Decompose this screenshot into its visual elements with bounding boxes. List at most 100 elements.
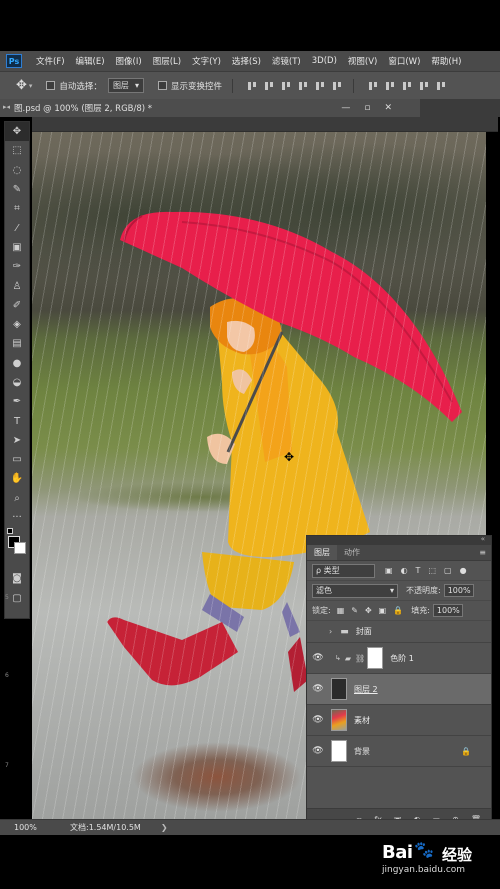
gradient-tool-icon[interactable]: ▤ xyxy=(5,334,29,353)
auto-select-checkbox[interactable] xyxy=(46,81,56,90)
filter-type-icon[interactable]: T xyxy=(416,566,421,575)
distribute-bottom-icon[interactable] xyxy=(402,80,413,91)
lasso-tool-icon[interactable]: ◌ xyxy=(5,161,29,180)
status-menu-arrow-icon[interactable]: ❯ xyxy=(161,823,168,832)
align-bottom-icon[interactable] xyxy=(281,80,292,91)
opacity-input[interactable]: 100% xyxy=(443,584,474,597)
move-tool-icon[interactable]: ✥ xyxy=(5,122,29,142)
distribute-top-icon[interactable] xyxy=(368,80,379,91)
restore-icon[interactable]: ▫ xyxy=(364,103,370,113)
history-brush-tool-icon[interactable]: ✐ xyxy=(5,296,29,315)
menu-layer[interactable]: 图层(L) xyxy=(153,55,181,67)
status-bar: 100% 文档:1.54M/10.5M ❯ xyxy=(0,819,500,835)
lock-all-icon[interactable]: 🔒 xyxy=(393,606,403,615)
tool-preset-caret-icon[interactable]: ▾ xyxy=(29,82,33,90)
layer-filter-dropdown[interactable]: ρ 类型 xyxy=(312,563,375,578)
default-colors-icon[interactable] xyxy=(7,528,13,535)
layer-row-group[interactable]: › ▬ 封面 xyxy=(307,621,491,643)
align-hcenter-icon[interactable] xyxy=(315,80,326,91)
lock-artboard-icon[interactable]: ▣ xyxy=(379,606,387,615)
blend-mode-dropdown[interactable]: 滤色 ▾ xyxy=(312,583,398,598)
distribute-right-icon[interactable] xyxy=(436,80,447,91)
horizontal-ruler[interactable] xyxy=(32,117,498,132)
close-icon[interactable]: ✕ xyxy=(384,103,392,113)
layer-name: 素材 xyxy=(354,715,370,725)
path-select-tool-icon[interactable]: ➤ xyxy=(5,431,29,450)
menu-edit[interactable]: 编辑(E) xyxy=(76,55,105,67)
menu-filter[interactable]: 滤镜(T) xyxy=(272,55,301,67)
menu-select[interactable]: 选择(S) xyxy=(232,55,261,67)
align-top-icon[interactable] xyxy=(247,80,258,91)
zoom-level[interactable]: 100% xyxy=(14,823,48,832)
pen-tool-icon[interactable]: ✒ xyxy=(5,392,29,411)
more-tools-icon[interactable]: ··· xyxy=(5,508,29,527)
layer-row-background[interactable]: 👁 背景 🔒 xyxy=(307,736,491,767)
eye-icon[interactable]: 👁 xyxy=(307,684,329,694)
collapse-panel-icon[interactable]: « xyxy=(481,535,485,543)
filter-adjustment-icon[interactable]: ◐ xyxy=(401,566,408,575)
eye-icon[interactable]: 👁 xyxy=(307,746,329,756)
menu-file[interactable]: 文件(F) xyxy=(36,55,65,67)
hand-tool-icon[interactable]: ✋ xyxy=(5,469,29,488)
blend-mode-value: 滤色 xyxy=(316,586,332,595)
filter-pixel-icon[interactable]: ▣ xyxy=(385,566,393,575)
filter-smart-icon[interactable]: ▢ xyxy=(444,566,452,575)
show-transform-checkbox[interactable] xyxy=(157,81,167,90)
lock-transparent-icon[interactable]: ▦ xyxy=(337,606,345,615)
align-left-icon[interactable] xyxy=(298,80,309,91)
ruler-mark: 6 xyxy=(5,672,9,679)
chevron-right-icon[interactable]: › xyxy=(329,627,332,636)
eraser-tool-icon[interactable]: ◈ xyxy=(5,315,29,334)
align-vcenter-icon[interactable] xyxy=(264,80,275,91)
layer-row-levels[interactable]: 👁 ↳ ▰ ⛓ 色阶 1 xyxy=(307,643,491,674)
chevron-down-icon: ▾ xyxy=(389,586,394,595)
menu-image[interactable]: 图像(I) xyxy=(116,55,142,67)
lock-position-icon[interactable]: ✥ xyxy=(365,606,372,615)
layer-thumbnail xyxy=(331,740,347,762)
minimize-icon[interactable]: — xyxy=(341,103,350,113)
type-tool-icon[interactable]: T xyxy=(5,411,29,430)
eye-icon[interactable]: 👁 xyxy=(307,653,329,663)
tab-layers[interactable]: 图层 xyxy=(307,545,337,560)
distribute-vcenter-icon[interactable] xyxy=(385,80,396,91)
dodge-tool-icon[interactable]: ◒ xyxy=(5,373,29,392)
auto-select-dropdown[interactable]: 图层 ▾ xyxy=(107,78,144,93)
lock-icon: 🔒 xyxy=(461,746,471,756)
quick-select-tool-icon[interactable]: ✎ xyxy=(5,180,29,199)
menu-help[interactable]: 帮助(H) xyxy=(431,55,461,67)
menu-3d[interactable]: 3D(D) xyxy=(312,56,337,66)
panel-collapse-icon[interactable]: ▸◂ xyxy=(3,103,10,111)
brush-tool-icon[interactable]: ✑ xyxy=(5,257,29,276)
filter-toggle-icon[interactable]: ● xyxy=(460,566,467,575)
distribute-left-icon[interactable] xyxy=(419,80,430,91)
layer-name: 色阶 1 xyxy=(390,653,414,663)
window-controls: — ▫ ✕ xyxy=(341,103,392,113)
rectangle-tool-icon[interactable]: ▭ xyxy=(5,450,29,469)
background-color-swatch[interactable] xyxy=(14,542,26,555)
photoshop-logo-icon: Ps xyxy=(6,54,22,68)
blur-tool-icon[interactable]: ● xyxy=(5,354,29,373)
menu-view[interactable]: 视图(V) xyxy=(348,55,377,67)
filter-shape-icon[interactable]: ⬚ xyxy=(428,566,436,575)
divider xyxy=(352,78,354,93)
frame-tool-icon[interactable]: ▣ xyxy=(5,238,29,257)
layer-row-layer2[interactable]: 👁 图层 2 xyxy=(307,674,491,705)
align-right-icon[interactable] xyxy=(332,80,343,91)
menu-type[interactable]: 文字(Y) xyxy=(192,55,221,67)
levels-icon: ▰ xyxy=(344,653,352,663)
quick-mask-icon[interactable]: ◙ xyxy=(5,569,29,588)
lock-pixels-icon[interactable]: ✎ xyxy=(351,606,358,615)
layer-row-material[interactable]: 👁 素材 xyxy=(307,705,491,736)
move-tool-icon[interactable]: ✥ xyxy=(16,78,27,93)
panel-menu-icon[interactable]: ≡ xyxy=(479,548,486,557)
stamp-tool-icon[interactable]: ♙ xyxy=(5,276,29,295)
crop-tool-icon[interactable]: ⌗ xyxy=(5,199,29,218)
fill-input[interactable]: 100% xyxy=(432,604,463,617)
menu-window[interactable]: 窗口(W) xyxy=(388,55,420,67)
document-tab[interactable]: 图.psd @ 100% (图层 2, RGB/8) * — ▫ ✕ xyxy=(0,99,420,117)
eye-icon[interactable]: 👁 xyxy=(307,715,329,725)
zoom-tool-icon[interactable]: ⌕ xyxy=(5,489,29,508)
marquee-tool-icon[interactable]: ⬚ xyxy=(5,141,29,160)
eyedropper-tool-icon[interactable]: ⁄ xyxy=(5,218,29,237)
tab-actions[interactable]: 动作 xyxy=(337,545,367,560)
